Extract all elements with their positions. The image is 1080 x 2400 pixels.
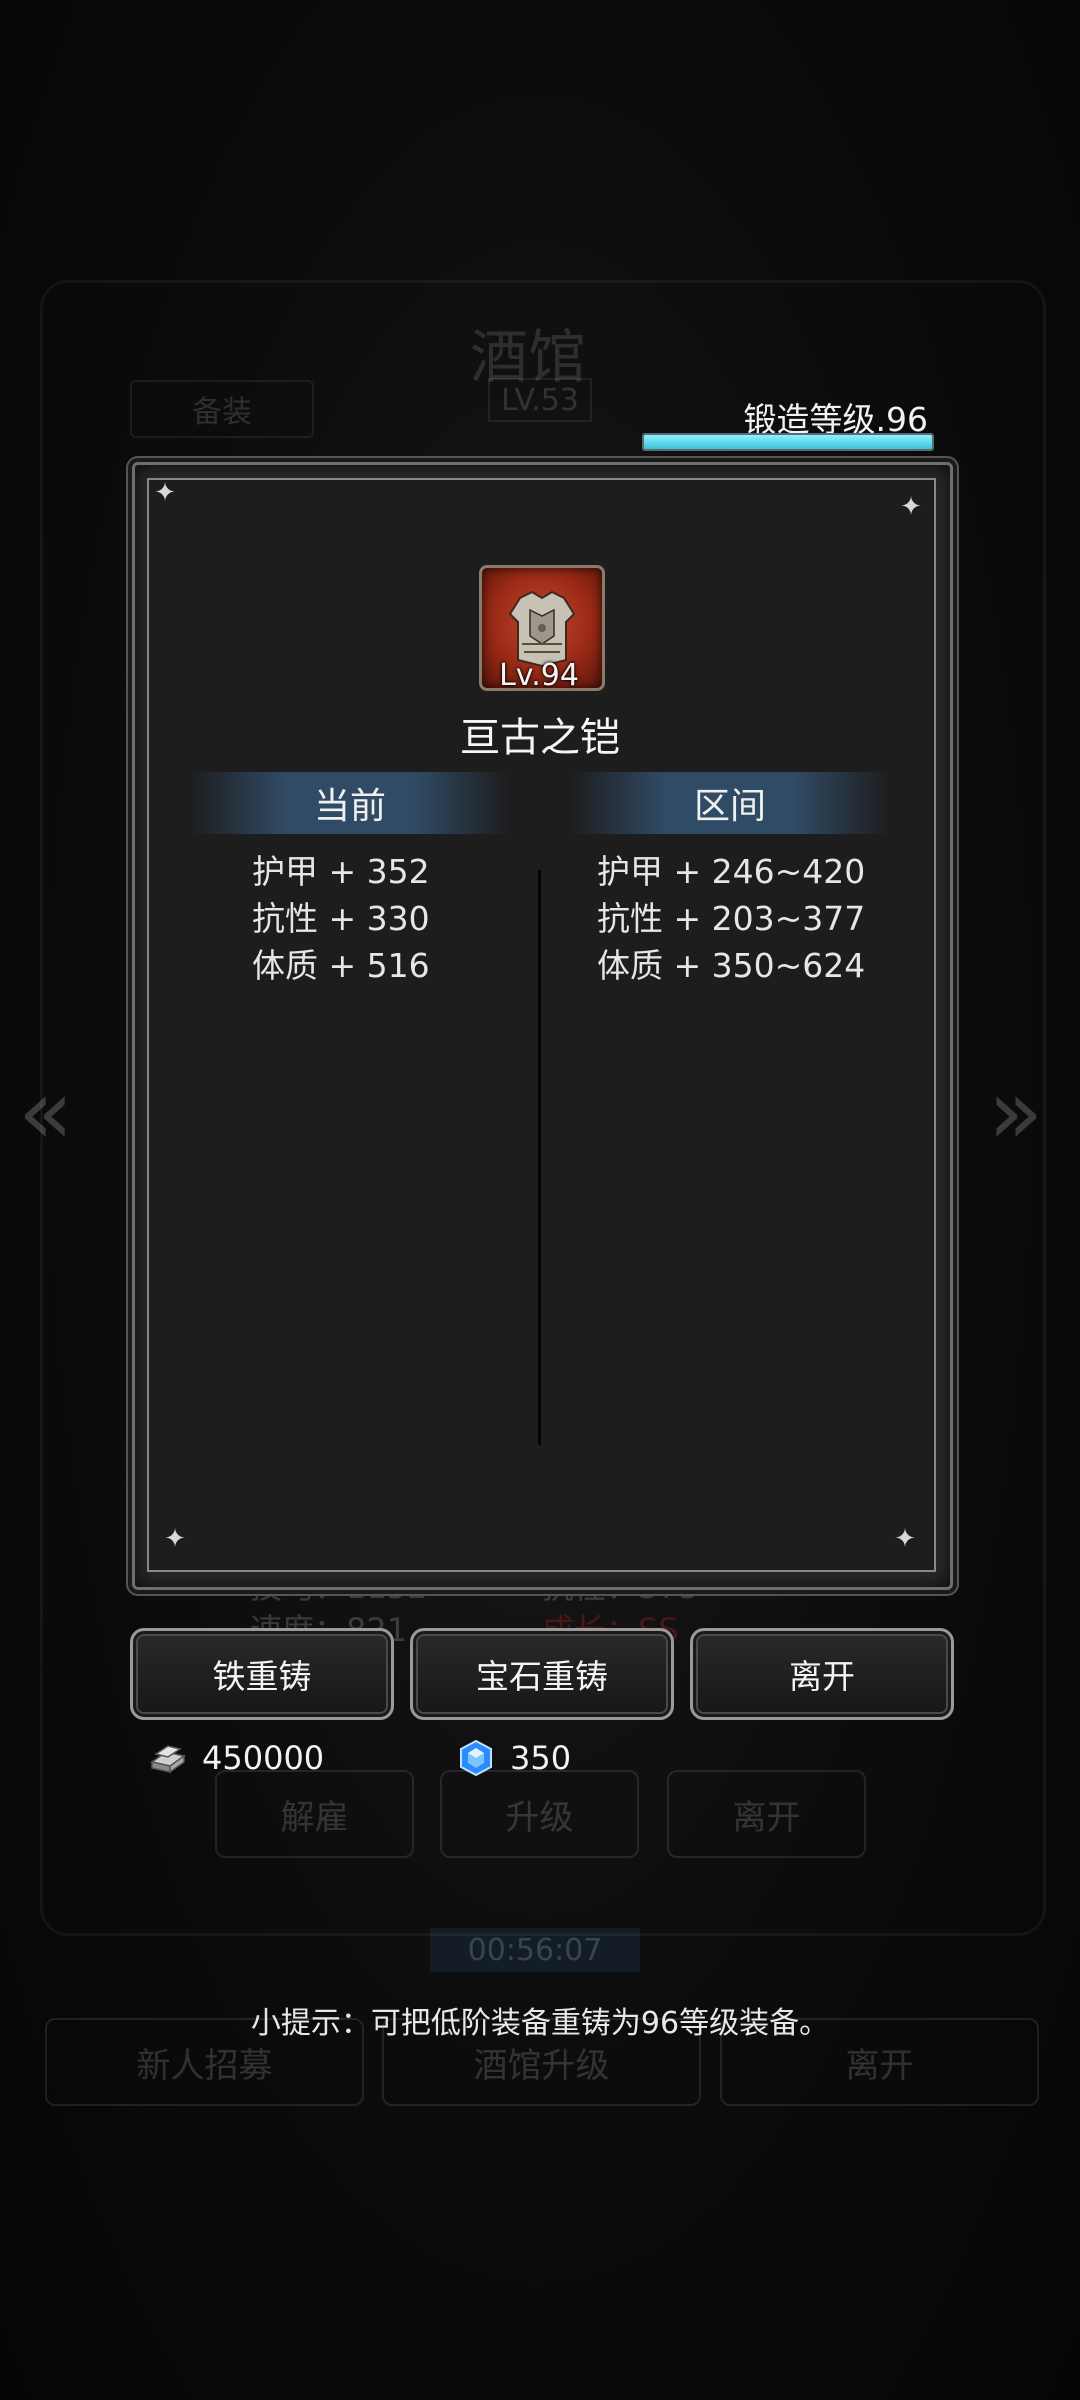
iron-ingot-icon: [150, 1745, 186, 1774]
iron-amount: 450000: [202, 1739, 325, 1777]
corner-star-icon: ✦: [894, 1524, 916, 1554]
armor-icon: [508, 590, 576, 668]
background-tab: 备装: [130, 380, 314, 438]
column-divider: [538, 870, 541, 1445]
current-stat-resistance: 抗性 + 330: [252, 899, 430, 938]
range-header: 区间: [570, 772, 890, 834]
corner-star-icon: ✦: [154, 478, 176, 508]
forge-progress-fill: [644, 435, 932, 449]
gem-currency: 350: [456, 1730, 571, 1786]
gem-recast-button[interactable]: 宝石重铸: [410, 1628, 674, 1720]
range-stat-armor: 护甲 + 246~420: [597, 852, 866, 891]
item-level: Lv.94: [499, 658, 579, 693]
background-leave-button: 离开: [667, 1770, 866, 1858]
prev-arrow-icon: «: [18, 1060, 74, 1165]
next-arrow-icon: »: [988, 1060, 1044, 1165]
blue-gem-icon: [460, 1739, 492, 1777]
corner-star-icon: ✦: [900, 492, 922, 522]
range-stat-constitution: 体质 + 350~624: [597, 946, 866, 985]
current-header: 当前: [190, 772, 510, 834]
current-stat-constitution: 体质 + 516: [252, 946, 430, 985]
item-name: 亘古之铠: [460, 715, 620, 761]
gem-amount: 350: [510, 1739, 572, 1777]
range-stat-resistance: 抗性 + 203~377: [597, 899, 866, 938]
leave-button[interactable]: 离开: [690, 1628, 954, 1720]
background-level-badge: LV.53: [488, 378, 592, 422]
current-stat-armor: 护甲 + 352: [252, 852, 430, 891]
corner-star-icon: ✦: [164, 1524, 186, 1554]
range-stats-list: 护甲 + 246~420 抗性 + 203~377 体质 + 350~624: [597, 848, 865, 989]
background-timer: 00:56:07: [430, 1928, 640, 1972]
iron-recast-button[interactable]: 铁重铸: [130, 1628, 394, 1720]
current-stats-list: 护甲 + 352 抗性 + 330 体质 + 516: [252, 848, 430, 989]
iron-currency: 450000: [148, 1730, 324, 1786]
game-screen: 酒馆 备装 LV.53 技巧：1152 速度：821 抗性：375 成长：SS …: [0, 0, 1080, 2400]
forge-progress-bar: [642, 433, 934, 451]
tip-text: 小提示：可把低阶装备重铸为96等级装备。: [250, 2006, 830, 2041]
